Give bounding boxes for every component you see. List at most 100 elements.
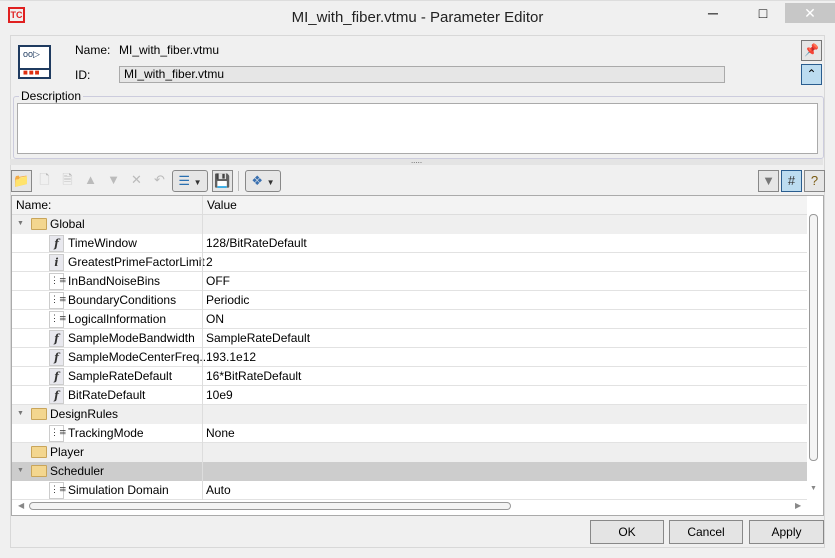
cancel-button[interactable]: Cancel	[669, 520, 743, 544]
module-icon: ■■■ oo▷	[18, 45, 51, 79]
help-button[interactable]: ?	[804, 170, 825, 192]
move-up-button[interactable]: ▲	[80, 170, 101, 192]
folder-icon	[31, 465, 47, 477]
edit-parameter-button[interactable]: 🗎	[57, 170, 78, 192]
undo-button[interactable]: ↶	[149, 170, 170, 192]
parameter-row[interactable]: ⋮≡ LogicalInformation ON	[12, 310, 807, 329]
parameter-name: SampleModeBandwidth	[68, 331, 195, 345]
move-down-button[interactable]: ▼	[103, 170, 124, 192]
python-dropdown[interactable]: ❖ ▼	[245, 170, 281, 192]
chevron-up-icon: ▲	[84, 172, 97, 187]
parameter-name: BoundaryConditions	[68, 293, 177, 307]
parameter-row[interactable]: f TimeWindow 128/BitRateDefault	[12, 234, 807, 253]
column-header-value[interactable]: Value	[202, 196, 807, 215]
function-icon: f	[49, 330, 64, 347]
parameter-row[interactable]: f SampleModeBandwidth SampleRateDefault	[12, 329, 807, 348]
grid-view-button[interactable]: #	[781, 170, 802, 192]
parameter-row[interactable]: ⋮≡ TrackingMode None	[12, 424, 807, 443]
group-row[interactable]: Player	[12, 443, 807, 462]
parameter-row[interactable]: i GreatestPrimeFactorLimit 2	[12, 253, 807, 272]
parameter-value[interactable]: 2	[202, 253, 807, 272]
filter-button[interactable]: ▼	[758, 170, 779, 192]
group-row[interactable]: ▼ Global	[12, 215, 807, 234]
group-name: Scheduler	[50, 464, 105, 478]
parameter-value[interactable]: 10e9	[202, 386, 807, 405]
delete-x-icon: ✕	[131, 172, 142, 187]
ok-button[interactable]: OK	[590, 520, 664, 544]
chevron-down-icon: ▼	[107, 172, 120, 187]
parameter-value[interactable]: OFF	[202, 272, 807, 291]
parameter-value[interactable]: Periodic	[202, 291, 807, 310]
expand-arrow-icon[interactable]: ▼	[17, 405, 24, 423]
parameter-name: InBandNoiseBins	[68, 274, 161, 288]
new-document-icon: 🗋	[39, 172, 50, 187]
parameter-table: Name: Value ▼ Global f TimeWindow 128/BitRat…	[11, 195, 824, 516]
function-icon: f	[49, 235, 64, 252]
description-textarea[interactable]	[17, 103, 818, 154]
group-row[interactable]: ▼ Scheduler	[12, 462, 807, 481]
parameter-value[interactable]: 128/BitRateDefault	[202, 234, 807, 253]
expand-arrow-icon[interactable]: ▼	[17, 215, 24, 233]
horizontal-scrollbar-thumb[interactable]	[29, 502, 511, 510]
parameter-name: TimeWindow	[68, 236, 137, 250]
folder-icon	[31, 218, 47, 230]
group-name: DesignRules	[50, 407, 119, 421]
parameter-value[interactable]	[202, 405, 807, 424]
id-field[interactable]: MI_with_fiber.vtmu	[119, 66, 725, 83]
parameter-value[interactable]: Auto	[202, 481, 807, 500]
import-dropdown[interactable]: ☰ ▼	[172, 170, 208, 192]
scroll-down-arrow[interactable]: ▼	[810, 485, 817, 492]
parameter-row[interactable]: f SampleModeCenterFreq... 193.1e12	[12, 348, 807, 367]
description-label: Description	[19, 89, 84, 103]
collapse-header-button[interactable]: ⌃	[801, 64, 822, 85]
scroll-right-arrow[interactable]: ▶	[795, 501, 801, 510]
folder-icon	[31, 446, 47, 458]
close-button[interactable]: ✕	[785, 3, 835, 23]
parameter-value[interactable]: 16*BitRateDefault	[202, 367, 807, 386]
splitter-handle[interactable]: .....	[10, 157, 823, 165]
parameter-row[interactable]: f BitRateDefault 10e9	[12, 386, 807, 405]
parameter-row[interactable]: f SampleRateDefault 16*BitRateDefault	[12, 367, 807, 386]
enum-list-icon: ⋮≡	[49, 273, 67, 290]
maximize-button[interactable]: □	[740, 3, 786, 23]
parameter-value[interactable]: ON	[202, 310, 807, 329]
function-icon: f	[49, 387, 64, 404]
save-button[interactable]: 💾	[212, 170, 233, 192]
toolbar-separator	[238, 171, 239, 191]
parameter-value[interactable]: None	[202, 424, 807, 443]
parameter-value[interactable]	[202, 215, 807, 234]
folder-icon	[31, 408, 47, 420]
column-header-name[interactable]: Name:	[12, 196, 202, 215]
function-icon: f	[49, 368, 64, 385]
parameter-value[interactable]: 193.1e12	[202, 348, 807, 367]
help-bubble-icon: ?	[810, 173, 819, 188]
enum-list-icon: ⋮≡	[49, 292, 67, 309]
pin-button[interactable]: 📌	[801, 40, 822, 61]
python-icon: ❖	[251, 173, 264, 188]
parameter-row[interactable]: ⋮≡ Simulation Domain Auto	[12, 481, 807, 500]
group-name: Player	[50, 445, 85, 459]
parameter-value[interactable]	[202, 462, 807, 481]
parameter-row[interactable]: ⋮≡ InBandNoiseBins OFF	[12, 272, 807, 291]
expand-arrow-icon[interactable]: ▼	[17, 462, 24, 480]
parameter-value[interactable]	[202, 443, 807, 462]
edit-document-icon: 🗎	[62, 172, 73, 187]
parameter-name: LogicalInformation	[68, 312, 167, 326]
delete-button[interactable]: ✕	[126, 170, 147, 192]
add-group-button[interactable]: 📁	[11, 170, 32, 192]
parameter-value[interactable]: SampleRateDefault	[202, 329, 807, 348]
enum-list-icon: ⋮≡	[49, 425, 67, 442]
parameter-row[interactable]: ⋮≡ BoundaryConditions Periodic	[12, 291, 807, 310]
integer-icon: i	[49, 254, 64, 271]
vertical-scrollbar-thumb[interactable]	[809, 214, 818, 461]
name-label: Name:	[75, 43, 111, 57]
group-row[interactable]: ▼ DesignRules	[12, 405, 807, 424]
parameter-name: TrackingMode	[68, 426, 144, 440]
add-parameter-button[interactable]: 🗋	[34, 170, 55, 192]
scroll-left-arrow[interactable]: ◀	[18, 501, 24, 510]
group-name: Global	[50, 217, 85, 231]
minimize-button[interactable]: ─	[690, 3, 736, 23]
apply-button[interactable]: Apply	[749, 520, 824, 544]
parameter-name: BitRateDefault	[68, 388, 146, 402]
pin-icon: 📌	[804, 43, 819, 57]
